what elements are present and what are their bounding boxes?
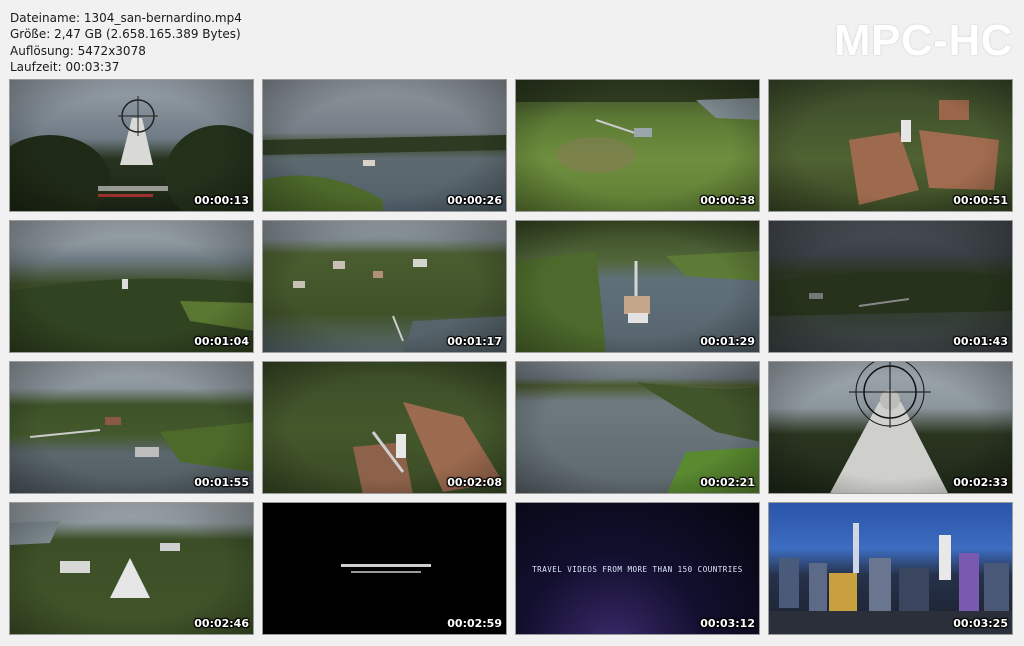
timestamp: 00:01:55 xyxy=(194,476,249,489)
timestamp: 00:02:08 xyxy=(447,476,502,489)
timestamp: 00:02:46 xyxy=(194,617,249,630)
timestamp: 00:00:38 xyxy=(700,194,755,207)
thumbnail-8[interactable]: 00:01:43 xyxy=(768,220,1013,353)
thumbnail-2[interactable]: 00:00:26 xyxy=(262,79,507,212)
thumbnail-1[interactable]: 00:00:13 xyxy=(9,79,254,212)
timestamp: 00:02:33 xyxy=(953,476,1008,489)
filesize-line: Größe: 2,47 GB (2.658.165.389 Bytes) xyxy=(10,27,241,42)
thumbnail-7[interactable]: 00:01:29 xyxy=(515,220,760,353)
thumbnail-12[interactable]: 00:02:33 xyxy=(768,361,1013,494)
thumbnail-9[interactable]: 00:01:55 xyxy=(9,361,254,494)
thumbnail-11[interactable]: 00:02:21 xyxy=(515,361,760,494)
timestamp: 00:01:43 xyxy=(953,335,1008,348)
timestamp: 00:02:21 xyxy=(700,476,755,489)
mpc-hc-logo: MPC-HC xyxy=(834,16,1013,65)
thumbnail-3[interactable]: 00:00:38 xyxy=(515,79,760,212)
timestamp: 00:02:59 xyxy=(447,617,502,630)
duration-line: Laufzeit: 00:03:37 xyxy=(10,59,120,74)
timestamp: 00:03:12 xyxy=(700,617,755,630)
thumbnail-6[interactable]: 00:01:17 xyxy=(262,220,507,353)
thumbnail-5[interactable]: 00:01:04 xyxy=(9,220,254,353)
timestamp: 00:00:26 xyxy=(447,194,502,207)
filename-line: Dateiname: 1304_san-bernardino.mp4 xyxy=(10,11,242,25)
timestamp: 00:00:51 xyxy=(953,194,1008,207)
thumbnail-16[interactable]: 00:03:25 xyxy=(768,502,1013,635)
thumbnail-14[interactable]: 00:02:59 xyxy=(262,502,507,635)
timestamp: 00:01:04 xyxy=(194,335,249,348)
resolution-line: Auflösung: 5472x3078 xyxy=(10,43,146,58)
timestamp: 00:01:29 xyxy=(700,335,755,348)
thumbnail-4[interactable]: 00:00:51 xyxy=(768,79,1013,212)
timestamp: 00:03:25 xyxy=(953,617,1008,630)
frame-caption: TRAVEL VIDEOS FROM MORE THAN 150 COUNTRI… xyxy=(532,565,743,574)
thumbnail-13[interactable]: 00:02:46 xyxy=(9,502,254,635)
timestamp: 00:01:17 xyxy=(447,335,502,348)
thumbnail-10[interactable]: 00:02:08 xyxy=(262,361,507,494)
thumbnail-15[interactable]: TRAVEL VIDEOS FROM MORE THAN 150 COUNTRI… xyxy=(515,502,760,635)
file-info: Dateiname: 1304_san-bernardino.mp4 Größe… xyxy=(10,10,242,75)
timestamp: 00:00:13 xyxy=(194,194,249,207)
